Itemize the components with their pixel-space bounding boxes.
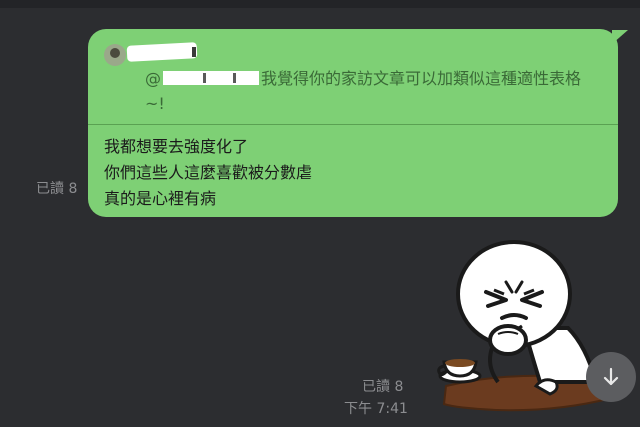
arrow-down-icon [603, 367, 619, 386]
sticker-read-status: 已讀 8 [362, 379, 404, 395]
scroll-to-bottom-button[interactable] [586, 352, 636, 402]
message-line: 我都想要去強度化了 [104, 137, 249, 156]
message-line: 真的是心裡有病 [104, 189, 217, 208]
bubble-tail [612, 30, 628, 44]
message-line: 你們這些人這麼喜歡被分數虐 [104, 163, 313, 182]
sticker-timestamp: 下午 7:41 [344, 401, 408, 417]
top-bar [0, 0, 640, 8]
reply-avatar [104, 44, 126, 66]
message-read-status: 已讀 8 [36, 181, 78, 197]
mention-redaction [163, 70, 259, 85]
reply-mention-at: @ [145, 69, 161, 88]
message-text: 我都想要去強度化了 你們這些人這麼喜歡被分數虐 真的是心裡有病 [104, 134, 584, 212]
reply-preview[interactable]: @ 我覺得你的家訪文章可以加類似這種適性表格~! [145, 66, 595, 116]
reply-divider [88, 124, 618, 125]
reply-name-mark [192, 47, 196, 57]
